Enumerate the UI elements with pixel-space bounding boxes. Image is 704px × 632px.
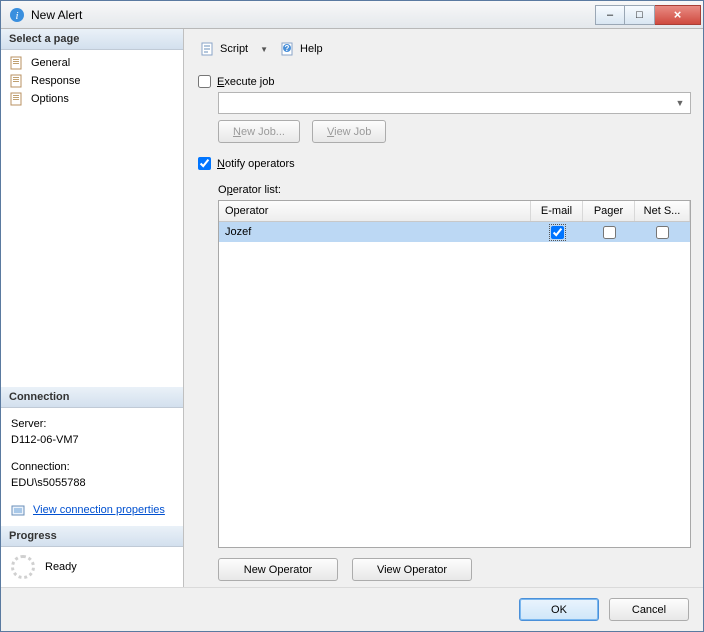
help-icon: ? [280, 41, 296, 57]
window-title: New Alert [31, 8, 595, 22]
view-job-button: View Job [312, 120, 386, 143]
response-form: Execute job ▼ New Job... View Job Notify… [196, 67, 691, 581]
window-buttons: – □ × [595, 5, 701, 25]
nav-label: General [31, 57, 70, 69]
col-pager[interactable]: Pager [583, 201, 635, 221]
operator-grid: Operator E-mail Pager Net S... Jozef [218, 200, 691, 548]
cell-email-checkbox[interactable] [551, 226, 564, 239]
server-label: Server: [11, 416, 173, 433]
progress-status: Ready [45, 561, 77, 573]
script-icon [200, 41, 216, 57]
close-button[interactable]: × [655, 5, 701, 25]
main-panel: Script ▼ ? Help Execute job ▼ [184, 29, 703, 587]
info-icon: i [9, 7, 25, 23]
chevron-down-icon: ▼ [672, 98, 688, 108]
script-button[interactable]: Script [196, 39, 252, 59]
progress-panel: Ready [1, 547, 183, 587]
page-icon [9, 56, 25, 70]
connection-value: EDU\s5055788 [11, 475, 173, 492]
page-icon [9, 74, 25, 88]
nav-general[interactable]: General [3, 54, 181, 72]
notify-operators-row: Notify operators [198, 157, 691, 170]
job-combo[interactable]: ▼ [218, 92, 691, 114]
select-page-header: Select a page [1, 29, 183, 50]
view-operator-button[interactable]: View Operator [352, 558, 472, 581]
nav-options[interactable]: Options [3, 90, 181, 108]
script-dropdown-arrow-icon[interactable]: ▼ [256, 45, 272, 54]
col-email[interactable]: E-mail [531, 201, 583, 221]
grid-header: Operator E-mail Pager Net S... [219, 201, 690, 222]
new-job-button: New Job... [218, 120, 300, 143]
grid-body[interactable]: Jozef [219, 222, 690, 547]
progress-spinner-icon [11, 555, 35, 579]
connection-header: Connection [1, 387, 183, 408]
new-operator-button[interactable]: New Operator [218, 558, 338, 581]
page-icon [9, 92, 25, 106]
sidebar: Select a page General Response Options C… [1, 29, 184, 587]
maximize-button[interactable]: □ [625, 5, 655, 25]
script-label: Script [220, 43, 248, 55]
connection-icon [11, 502, 27, 518]
notify-operators-label: Notify operators [217, 158, 295, 170]
page-nav: General Response Options [1, 50, 183, 112]
nav-label: Options [31, 93, 69, 105]
notify-group: Operator list: Operator E-mail Pager Net… [218, 174, 691, 581]
minimize-button[interactable]: – [595, 5, 625, 25]
operator-list-label: Operator list: [218, 184, 691, 196]
dialog-window: i New Alert – □ × Select a page General … [0, 0, 704, 632]
help-label: Help [300, 43, 323, 55]
progress-header: Progress [1, 526, 183, 547]
sidebar-spacer [1, 112, 183, 387]
titlebar[interactable]: i New Alert – □ × [1, 1, 703, 29]
col-operator[interactable]: Operator [219, 201, 531, 221]
execute-job-group: ▼ New Job... View Job [218, 92, 691, 143]
notify-operators-checkbox[interactable] [198, 157, 211, 170]
execute-job-checkbox[interactable] [198, 75, 211, 88]
svg-text:i: i [15, 10, 18, 22]
table-row[interactable]: Jozef [219, 222, 690, 242]
dialog-body: Select a page General Response Options C… [1, 29, 703, 587]
ok-button[interactable]: OK [519, 598, 599, 621]
cell-netsend-checkbox[interactable] [656, 226, 669, 239]
view-connection-properties-link[interactable]: View connection properties [33, 502, 165, 519]
execute-job-label: Execute job [217, 76, 275, 88]
cell-operator: Jozef [219, 224, 531, 240]
col-netsend[interactable]: Net S... [635, 201, 690, 221]
cancel-button[interactable]: Cancel [609, 598, 689, 621]
execute-job-row: Execute job [198, 75, 691, 88]
nav-response[interactable]: Response [3, 72, 181, 90]
svg-text:?: ? [285, 44, 290, 53]
connection-panel: Server: D112-06-VM7 Connection: EDU\s505… [1, 408, 183, 527]
cell-pager-checkbox[interactable] [603, 226, 616, 239]
server-value: D112-06-VM7 [11, 432, 173, 449]
nav-label: Response [31, 75, 81, 87]
toolbar: Script ▼ ? Help [196, 37, 691, 67]
dialog-footer: OK Cancel [1, 587, 703, 631]
help-button[interactable]: ? Help [276, 39, 327, 59]
connection-label: Connection: [11, 459, 173, 476]
